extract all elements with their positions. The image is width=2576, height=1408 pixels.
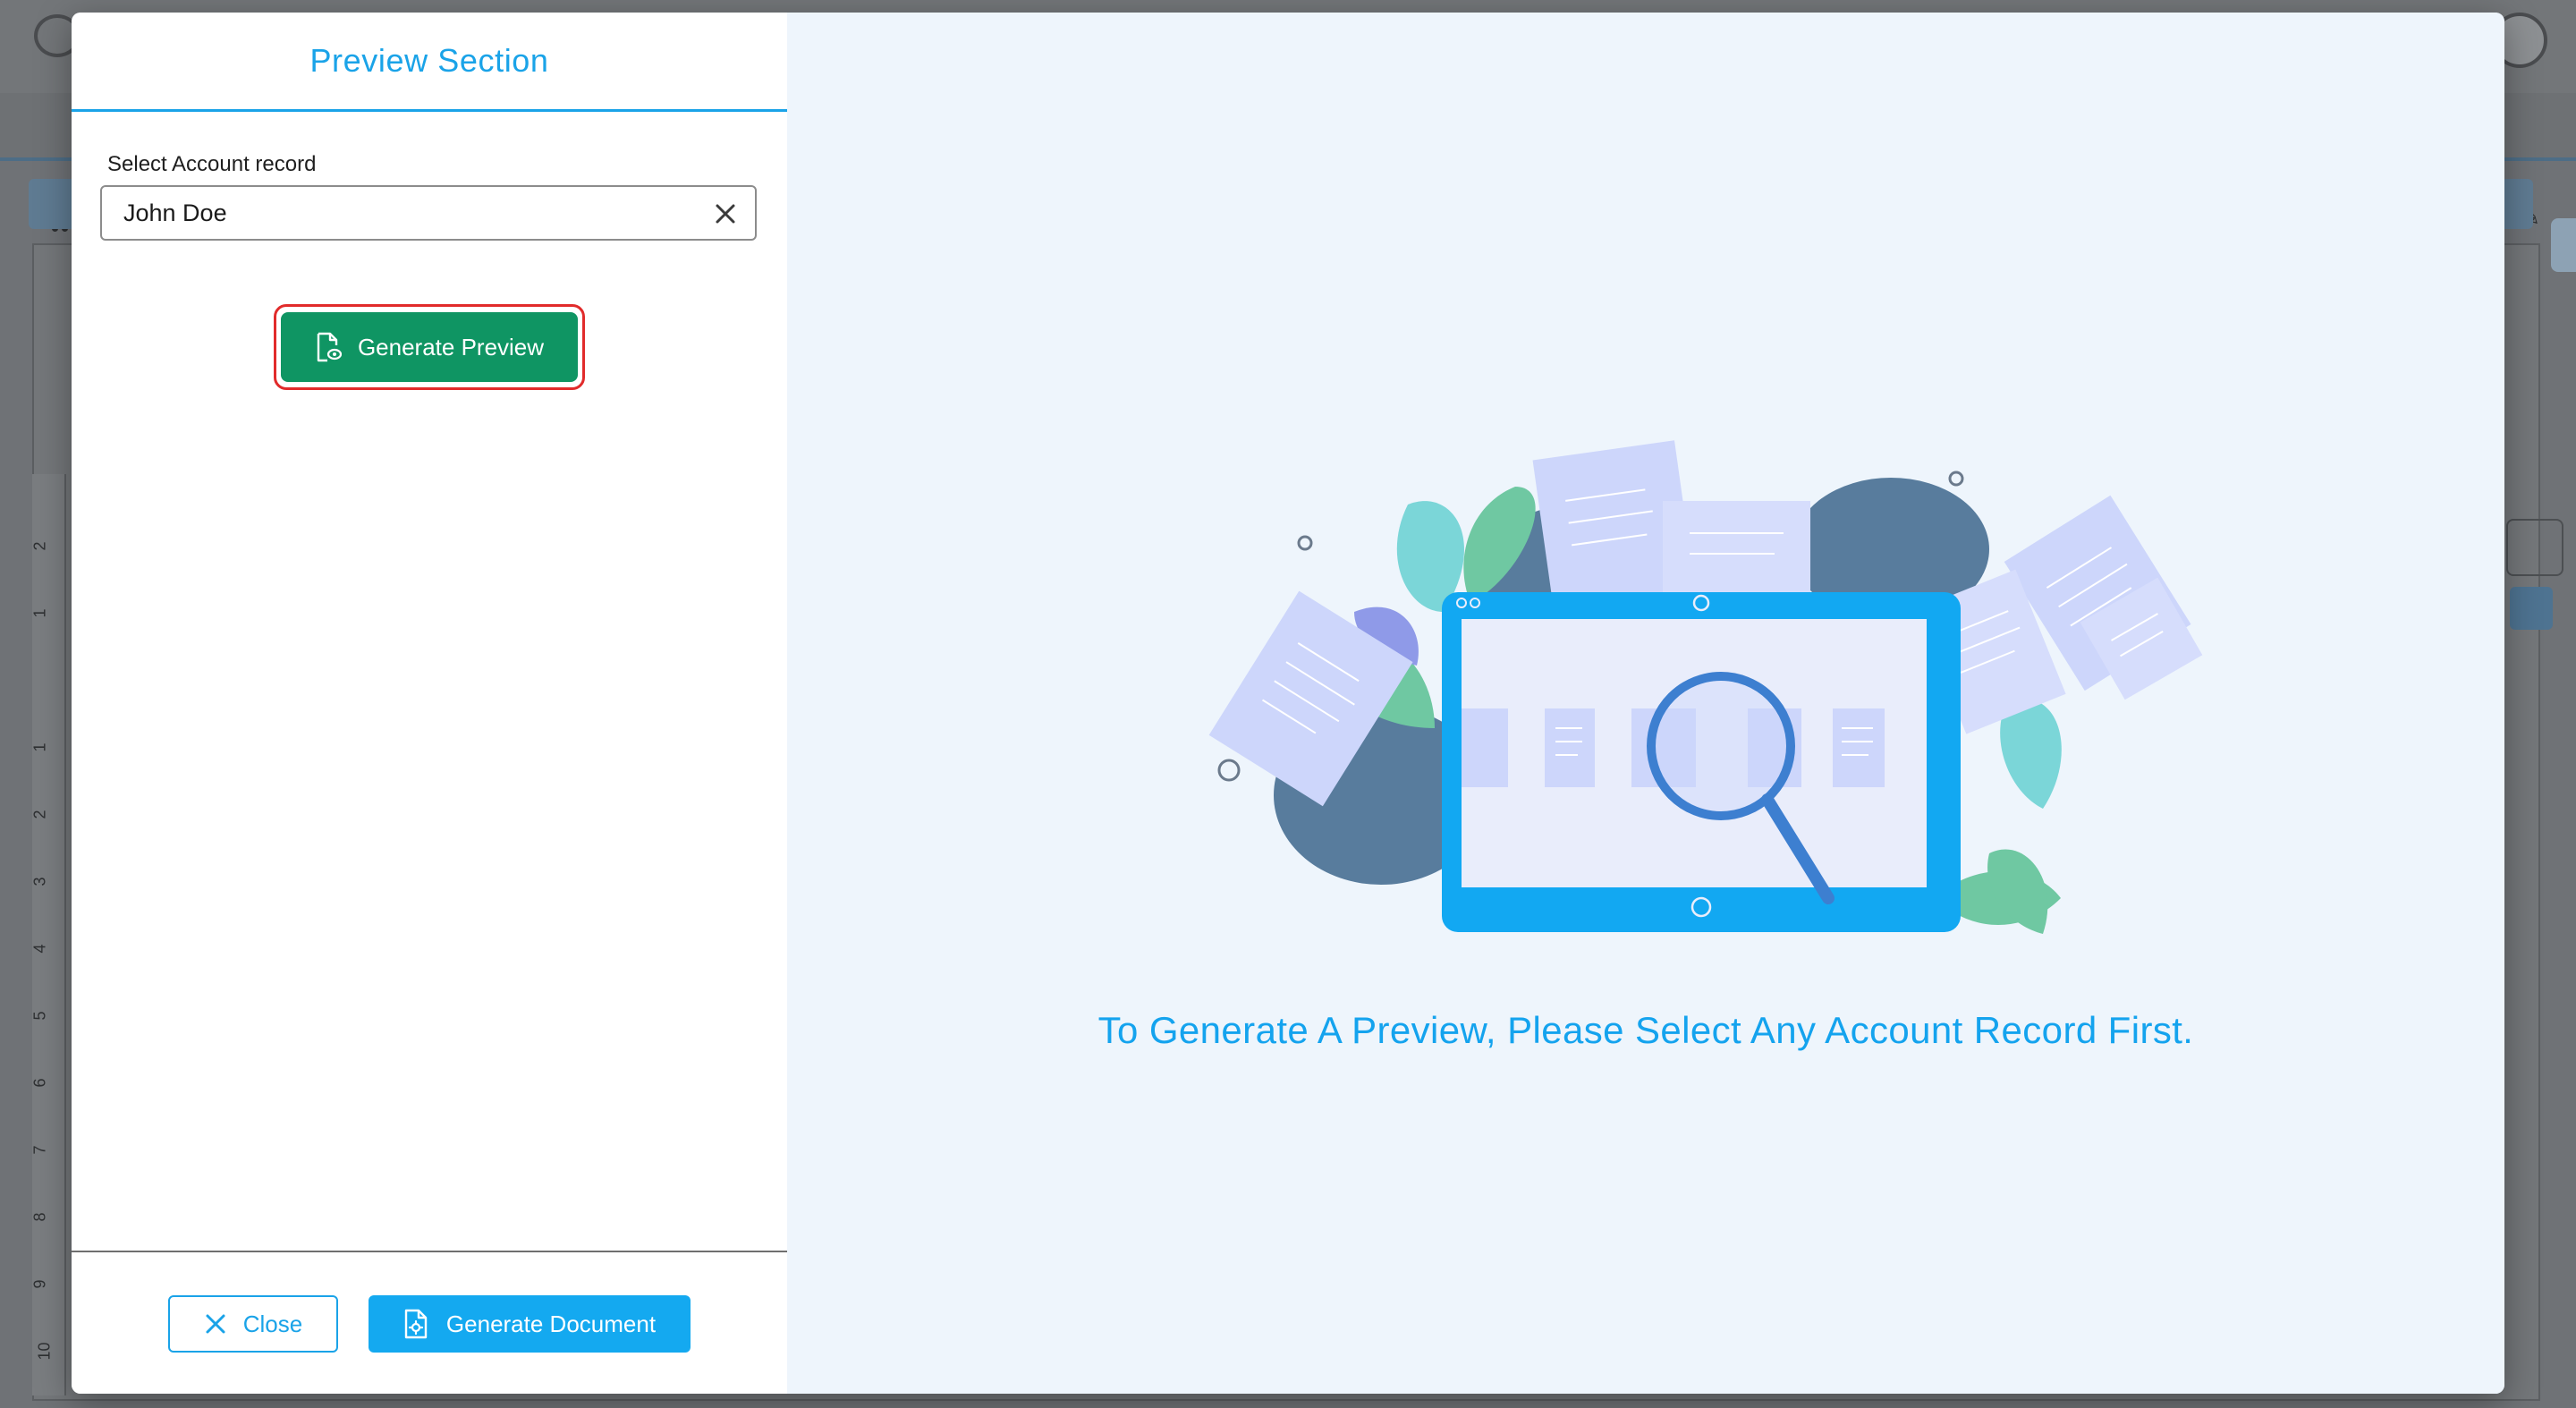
generate-document-label: Generate Document [445,1310,657,1337]
generate-preview-label: Generate Preview [357,333,545,360]
sidebar-collapse-handle [2551,218,2576,272]
background-ruler: 2 1 1 2 3 4 5 6 7 8 9 10 [30,474,66,1395]
close-label: Close [242,1310,303,1337]
empty-state-message: To Generate A Preview, Please Select Any… [1097,1009,2194,1051]
preview-modal: Preview Section Select Account record Jo… [72,13,2504,1394]
ruler-number: 10 [35,1342,54,1361]
ruler-number: 9 [30,1279,49,1289]
account-field-label: Select Account record [107,152,317,176]
ruler-number: 7 [30,1145,49,1155]
ruler-number: 2 [30,541,49,551]
background-button [2510,587,2553,630]
ruler-number: 6 [30,1078,49,1088]
background-field [2506,519,2563,576]
close-button[interactable]: Close [168,1295,338,1353]
preview-right-panel: To Generate A Preview, Please Select Any… [787,13,2504,1394]
ruler-number: 8 [30,1212,49,1222]
generate-preview-button[interactable]: Generate Preview [281,312,578,382]
preview-left-panel: Preview Section Select Account record Jo… [72,13,787,1394]
close-x-icon[interactable] [712,200,739,227]
footer-divider [72,1251,787,1252]
ruler-number: 2 [30,810,49,819]
ruler-number: 1 [30,608,49,618]
document-search-illustration [1208,440,2203,934]
document-preview-icon [317,332,342,362]
close-x-icon [206,1314,225,1334]
document-settings-icon [404,1309,428,1339]
generate-document-button[interactable]: Generate Document [369,1295,691,1353]
ruler-number: 1 [30,742,49,752]
account-select-value: John Doe [123,199,227,226]
panel-title: Preview Section [72,13,787,112]
ruler-number: 5 [30,1011,49,1021]
account-select[interactable]: John Doe [100,185,757,241]
ruler-number: 4 [30,944,49,954]
ruler-number: 3 [30,877,49,886]
